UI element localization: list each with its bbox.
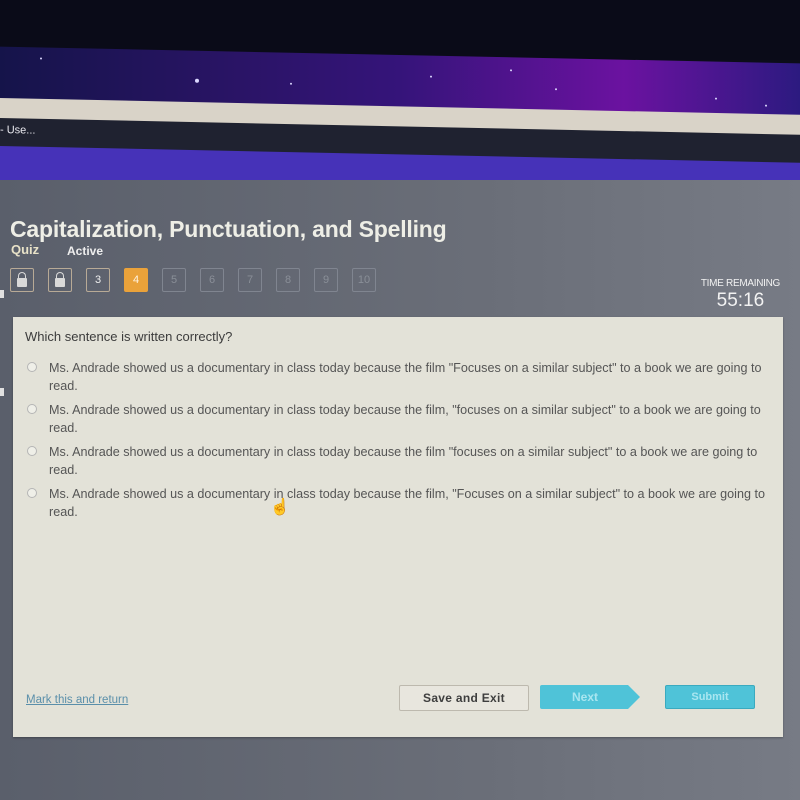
question-nav-4[interactable]: 4: [124, 268, 148, 292]
radio-button[interactable]: [27, 404, 37, 414]
answer-text: Ms. Andrade showed us a documentary in c…: [49, 445, 758, 477]
question-nav-5: 5: [162, 268, 186, 292]
question-prompt: Which sentence is written correctly?: [25, 329, 233, 344]
answer-option-2[interactable]: Ms. Andrade showed us a documentary in c…: [27, 401, 767, 437]
submit-button[interactable]: Submit: [665, 685, 755, 709]
mark-and-return-link[interactable]: Mark this and return: [26, 694, 128, 706]
answer-text: Ms. Andrade showed us a documentary in c…: [49, 403, 761, 435]
timer-label: TIME REMAINING: [700, 278, 780, 289]
question-navigator: 3 4 5 6 7 8 9 10: [10, 268, 390, 292]
taskbar-window-title[interactable]: - Use...: [0, 124, 35, 137]
question-nav-7: 7: [238, 268, 262, 292]
answer-options: Ms. Andrade showed us a documentary in c…: [27, 359, 767, 527]
answer-text: Ms. Andrade showed us a documentary in c…: [49, 487, 765, 519]
hand-cursor-icon: ☝: [270, 499, 290, 516]
timer-value: 55:16: [716, 290, 765, 311]
quiz-status-label: Active: [67, 244, 104, 258]
question-nav-9: 9: [314, 268, 338, 292]
lock-icon: [17, 271, 27, 287]
answer-option-3[interactable]: Ms. Andrade showed us a documentary in c…: [27, 443, 767, 479]
radio-button[interactable]: [27, 488, 37, 498]
question-nav-2[interactable]: [48, 268, 72, 292]
question-nav-1[interactable]: [10, 268, 34, 292]
side-marker: [0, 388, 4, 396]
side-marker: [0, 290, 4, 298]
lock-icon: [55, 271, 65, 287]
question-nav-3[interactable]: 3: [86, 268, 110, 292]
quiz-app: Capitalization, Punctuation, and Spellin…: [0, 180, 800, 800]
time-remaining: TIME REMAINING 55:16: [701, 278, 780, 312]
radio-button[interactable]: [27, 446, 37, 456]
quiz-type-label: Quiz: [11, 242, 40, 257]
quiz-title: Capitalization, Punctuation, and Spellin…: [10, 216, 447, 242]
question-nav-10: 10: [352, 268, 376, 292]
save-and-exit-button[interactable]: Save and Exit: [399, 685, 529, 711]
answer-option-1[interactable]: Ms. Andrade showed us a documentary in c…: [27, 359, 767, 395]
question-nav-6: 6: [200, 268, 224, 292]
answer-option-4[interactable]: Ms. Andrade showed us a documentary in c…: [27, 485, 767, 521]
next-button[interactable]: Next: [540, 685, 640, 709]
radio-button[interactable]: [27, 362, 37, 372]
question-panel: Which sentence is written correctly? Ms.…: [13, 317, 783, 737]
answer-text: Ms. Andrade showed us a documentary in c…: [49, 361, 762, 393]
question-nav-8: 8: [276, 268, 300, 292]
